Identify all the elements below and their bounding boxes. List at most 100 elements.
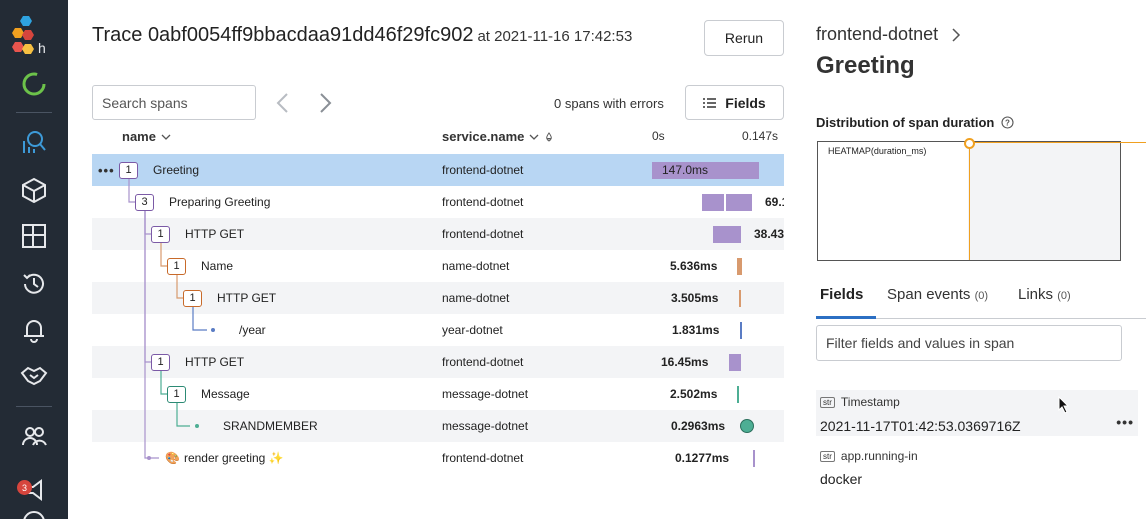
field-name-text: Timestamp bbox=[840, 395, 900, 409]
field-more-icon[interactable]: ••• bbox=[1116, 414, 1134, 430]
child-count-badge[interactable]: 1 bbox=[167, 385, 186, 403]
status-ring-icon[interactable] bbox=[14, 64, 54, 104]
table-row[interactable]: 3 Preparing Greeting frontend-dotnet 69.1 bbox=[92, 186, 784, 218]
span-duration: 0.1277ms bbox=[675, 451, 730, 465]
tab-span-events-label: Span events bbox=[887, 286, 971, 303]
field-value: docker bbox=[820, 471, 863, 487]
team-icon[interactable] bbox=[14, 416, 54, 456]
help-circle-icon[interactable]: ? bbox=[1001, 116, 1014, 129]
tab-links[interactable]: Links (0) bbox=[1018, 286, 1071, 303]
leaf-dot bbox=[195, 424, 199, 428]
span-duration: 1.831ms bbox=[672, 323, 720, 337]
duration-heatmap[interactable]: HEATMAP(duration_ms) bbox=[817, 138, 1146, 261]
span-name: HTTP GET bbox=[217, 291, 277, 305]
span-service: frontend-dotnet bbox=[442, 227, 524, 241]
span-duration: 69.1 bbox=[765, 195, 784, 209]
table-row[interactable]: SRANDMEMBER message-dotnet 0.2963ms bbox=[92, 410, 784, 442]
span-duration-bar[interactable] bbox=[702, 194, 724, 211]
service-breadcrumb[interactable]: frontend-dotnet bbox=[816, 24, 961, 45]
field-row-timestamp[interactable]: str Timestamp 2021-11-17T01:42:53.0369716… bbox=[816, 390, 1138, 436]
col-header-name[interactable]: name bbox=[122, 129, 171, 144]
child-count-badge[interactable]: 1 bbox=[183, 289, 202, 307]
breadcrumb-service: frontend-dotnet bbox=[816, 24, 939, 44]
honeycomb-logo[interactable]: h bbox=[10, 14, 54, 62]
col-header-service[interactable]: service.name bbox=[442, 129, 554, 144]
span-service: name-dotnet bbox=[442, 291, 510, 305]
span-duration: 0.2963ms bbox=[671, 419, 726, 433]
history-icon[interactable] bbox=[14, 264, 54, 304]
span-service: name-dotnet bbox=[442, 259, 510, 273]
prev-span-button[interactable] bbox=[270, 90, 294, 116]
field-row-app-running-in[interactable]: str app.running-in docker bbox=[816, 444, 1138, 490]
table-row[interactable]: 1 Message message-dotnet 2.502ms bbox=[92, 378, 784, 410]
cube-icon[interactable] bbox=[14, 170, 54, 210]
trace-timestamp: at 2021-11-16 17:42:53 bbox=[477, 28, 633, 45]
field-value: 2021-11-17T01:42:53.0369716Z bbox=[820, 418, 1021, 434]
table-row[interactable]: 1 Name name-dotnet 5.636ms bbox=[92, 250, 784, 282]
span-name-cell: /year bbox=[211, 314, 266, 346]
field-name: str Timestamp bbox=[820, 395, 900, 409]
field-name-text: app.running-in bbox=[840, 449, 918, 463]
heatmap-marker-line bbox=[969, 142, 970, 260]
span-duration-bar[interactable] bbox=[726, 162, 759, 179]
span-duration: 2.502ms bbox=[670, 387, 718, 401]
heatmap-marker-top bbox=[969, 142, 1121, 143]
distribution-label: Distribution of span duration ? bbox=[816, 115, 1014, 130]
child-count-badge[interactable]: 1 bbox=[119, 161, 138, 179]
table-row[interactable]: /year year-dotnet 1.831ms bbox=[92, 314, 784, 346]
help-icon[interactable] bbox=[14, 502, 54, 519]
child-count-badge[interactable]: 1 bbox=[167, 257, 186, 275]
span-duration-bar[interactable] bbox=[753, 450, 755, 467]
leaf-dot bbox=[211, 328, 215, 332]
span-duration-bar[interactable] bbox=[713, 226, 728, 243]
child-count-badge[interactable]: 1 bbox=[151, 353, 170, 371]
table-row[interactable]: 🎨 render greeting ✨ frontend-dotnet 0.1277m… bbox=[92, 442, 784, 474]
nav-divider bbox=[16, 112, 52, 113]
span-duration-bar[interactable] bbox=[737, 258, 742, 275]
query-icon[interactable] bbox=[14, 122, 54, 162]
table-row[interactable]: ••• 1 Greeting frontend-dotnet 147.0ms bbox=[92, 154, 784, 186]
child-count-badge[interactable]: 1 bbox=[151, 225, 170, 243]
span-name-cell: 1 HTTP GET bbox=[183, 282, 276, 314]
table-row[interactable]: 1 HTTP GET frontend-dotnet 16.45ms bbox=[92, 346, 784, 378]
span-duration-bar[interactable] bbox=[729, 354, 741, 371]
bell-icon[interactable] bbox=[14, 310, 54, 350]
boards-icon[interactable] bbox=[14, 216, 54, 256]
span-service: frontend-dotnet bbox=[442, 163, 524, 177]
span-duration-bar[interactable] bbox=[740, 419, 754, 433]
row-more-icon[interactable]: ••• bbox=[98, 163, 115, 178]
span-name-cell: SRANDMEMBER bbox=[195, 410, 318, 442]
table-row[interactable]: 1 HTTP GET name-dotnet 3.505ms bbox=[92, 282, 784, 314]
type-badge: str bbox=[820, 396, 835, 408]
left-nav: h 3 bbox=[0, 0, 68, 519]
filter-fields-input[interactable] bbox=[816, 325, 1122, 361]
span-service: frontend-dotnet bbox=[442, 451, 524, 465]
fields-button[interactable]: Fields bbox=[685, 85, 784, 120]
trace-view-app: h 3 Trace 0abf0054ff9bbacdaa91dd46f29fc9… bbox=[0, 0, 1146, 519]
palette-icon: 🎨 bbox=[165, 451, 180, 465]
child-count-badge[interactable]: 3 bbox=[135, 193, 154, 211]
trace-id: Trace 0abf0054ff9bbacdaa91dd46f29fc902 bbox=[92, 24, 474, 46]
handshake-icon[interactable] bbox=[14, 356, 54, 396]
timeline-tick-end: 0.147s bbox=[742, 129, 779, 143]
logo-letter: h bbox=[38, 40, 46, 56]
span-duration-bar[interactable] bbox=[726, 194, 752, 211]
rerun-button[interactable]: Rerun bbox=[704, 20, 784, 56]
heatmap-label: HEATMAP(duration_ms) bbox=[828, 146, 927, 156]
tab-fields[interactable]: Fields bbox=[820, 286, 863, 303]
span-name: Message bbox=[201, 387, 250, 401]
tab-span-events[interactable]: Span events (0) bbox=[887, 286, 988, 303]
table-row[interactable]: 1 HTTP GET frontend-dotnet 38.43 bbox=[92, 218, 784, 250]
span-duration-bar[interactable] bbox=[740, 322, 742, 339]
span-duration-bar[interactable] bbox=[728, 226, 741, 243]
span-name-cell: 1 Name bbox=[167, 250, 233, 282]
color-drop-icon[interactable] bbox=[544, 131, 554, 142]
next-span-button[interactable] bbox=[314, 90, 338, 116]
search-spans-input[interactable] bbox=[92, 85, 256, 120]
span-title: Greeting bbox=[816, 52, 915, 79]
span-duration-bar[interactable] bbox=[739, 290, 741, 307]
heatmap-marker-handle[interactable] bbox=[964, 138, 975, 149]
mouse-cursor-icon bbox=[1058, 396, 1070, 414]
timeline-tick-start: 0s bbox=[652, 129, 665, 143]
span-duration-bar[interactable] bbox=[737, 386, 739, 403]
